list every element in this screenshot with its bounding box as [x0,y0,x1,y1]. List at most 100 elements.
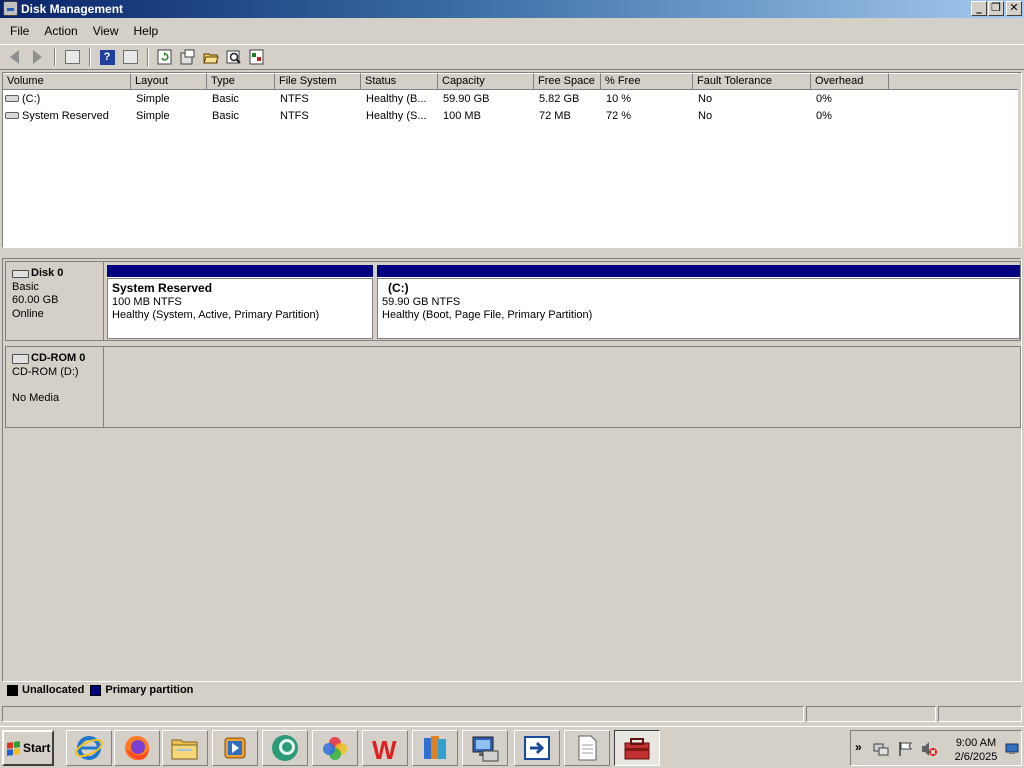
show-hide-action-pane-button[interactable] [119,46,141,68]
column-header-capacity[interactable]: Capacity [438,73,534,90]
taskbar-chat-app[interactable] [262,730,308,766]
volume-list-header: Volume Layout Type File System Status Ca… [3,73,1021,90]
free-space-cell: 72 MB [539,109,571,122]
volume-list-scroll-edge [1018,73,1021,247]
layout-cell: Simple [136,92,170,105]
partition-title: (C:) [388,281,409,295]
show-hide-console-tree-button[interactable] [61,46,83,68]
cdrom-0-row[interactable]: CD-ROM 0 CD-ROM (D:) No Media [5,346,1021,428]
column-header-volume[interactable]: Volume [3,73,131,90]
open-button[interactable] [200,46,222,68]
wps-letter: W [372,735,397,763]
legend-label-unallocated: Unallocated [22,684,85,696]
firefox-icon [125,736,149,760]
disk-management-app-icon[interactable] [3,1,18,16]
taskbar-wps-office[interactable]: W [362,730,408,766]
pane-splitter[interactable] [0,249,1024,258]
file-system-cell: NTFS [280,92,309,105]
volume-cell: System Reserved [3,110,131,122]
column-header-free-space[interactable]: Free Space [534,73,601,90]
partition-status: Healthy (Boot, Page File, Primary Partit… [382,309,593,321]
hard-drive-icon [5,112,19,120]
disk-0-row[interactable]: Disk 0 Basic 60.00 GB Online System Rese… [5,261,1021,341]
taskbar-firefox[interactable] [114,730,160,766]
disk-icon [12,269,29,278]
partition-color-bar [377,265,1020,277]
menu-action[interactable]: Action [38,24,83,38]
taskbar-archive[interactable] [412,730,458,766]
show-desktop-icon[interactable] [1005,743,1019,755]
disk-0-label[interactable]: Disk 0 Basic 60.00 GB Online [6,262,104,340]
column-header-percent-free[interactable]: % Free [601,73,693,90]
clock-time: 9:00 AM [955,737,997,749]
start-label: Start [23,741,51,755]
export-icon [249,49,264,65]
partition-system-reserved[interactable]: System Reserved 100 MB NTFS Healthy (Sys… [107,265,373,339]
table-row[interactable]: System Reserved Simple Basic NTFS Health… [3,107,1021,124]
free-space-cell: 5.82 GB [539,92,580,105]
start-button[interactable]: Start [2,730,54,766]
volume-list[interactable]: Volume Layout Type File System Status Ca… [2,72,1022,248]
rescan-button[interactable] [223,46,245,68]
menu-file[interactable]: File [4,24,35,38]
legend: Unallocated Primary partition [7,684,193,696]
status-panel-main [2,706,804,722]
forward-button[interactable] [26,46,48,68]
hard-drive-icon [5,95,19,103]
forward-arrow-icon [32,50,42,64]
taskbar-computer-management[interactable] [614,730,660,766]
toolbar-separator [54,48,56,66]
window-title: Disk Management [21,2,124,16]
show-hidden-icons-chevron[interactable]: » [855,740,862,754]
toolbar-separator [147,48,149,66]
refresh-icon [157,49,172,65]
file-explorer-icon [171,739,198,760]
partition-size: 100 MB NTFS [112,295,182,308]
export-button[interactable] [246,46,268,68]
partition-body: (C:) 59.90 GB NTFS Healthy (Boot, Page F… [377,278,1020,339]
percent-free-cell: 10 % [606,92,632,105]
windows-logo-icon [7,740,20,756]
table-row[interactable]: (C:) Simple Basic NTFS Healthy (B... 59.… [3,90,1021,107]
column-header-overhead[interactable]: Overhead [811,73,889,90]
taskbar-internet-explorer[interactable] [66,730,112,766]
back-button[interactable] [3,46,25,68]
column-header-fault-tolerance[interactable]: Fault Tolerance [693,73,811,90]
volume-muted-icon[interactable] [921,741,937,757]
cdrom-0-name: CD-ROM 0 [31,352,86,364]
clock[interactable]: 9:00 AM 2/6/2025 [951,736,1001,764]
close-button[interactable]: ✕ [1006,1,1022,16]
partition-c-drive[interactable]: (C:) 59.90 GB NTFS Healthy (Boot, Page F… [377,265,1020,339]
refresh-button[interactable] [154,46,176,68]
taskbar-remote-desktop[interactable] [462,730,508,766]
cdrom-0-label[interactable]: CD-ROM 0 CD-ROM (D:) No Media [6,347,104,427]
title-bar[interactable]: Disk Management _ ❐ ✕ [0,0,1024,18]
capacity-cell: 100 MB [443,109,481,122]
menu-help[interactable]: Help [128,24,165,38]
cd-rom-icon [12,353,29,364]
taskbar-file-explorer[interactable] [162,730,208,766]
minimize-button[interactable]: _ [971,1,987,16]
taskbar-media-player[interactable] [212,730,258,766]
taskbar-notepad[interactable] [564,730,610,766]
file-system-cell: NTFS [280,109,309,122]
taskbar-file-transfer[interactable] [514,730,560,766]
help-button[interactable]: ? [96,46,118,68]
column-header-type[interactable]: Type [207,73,275,90]
overhead-cell: 0% [816,92,832,105]
partition-status: Healthy (System, Active, Primary Partiti… [112,309,320,321]
properties-button[interactable] [177,46,199,68]
cdrom-0-empty-area [105,347,1020,427]
column-header-status[interactable]: Status [361,73,438,90]
column-header-file-system[interactable]: File System [275,73,361,90]
cdrom-0-drive: CD-ROM (D:) [12,365,79,378]
taskbar-photos[interactable] [312,730,358,766]
network-icon[interactable] [873,741,889,757]
action-center-flag-icon[interactable] [897,741,913,757]
restore-button[interactable]: ❐ [988,1,1004,16]
show-hide-console-tree-icon [64,50,80,64]
overhead-cell: 0% [816,109,832,122]
properties-icon [180,49,195,65]
menu-view[interactable]: View [87,24,125,38]
column-header-layout[interactable]: Layout [131,73,207,90]
